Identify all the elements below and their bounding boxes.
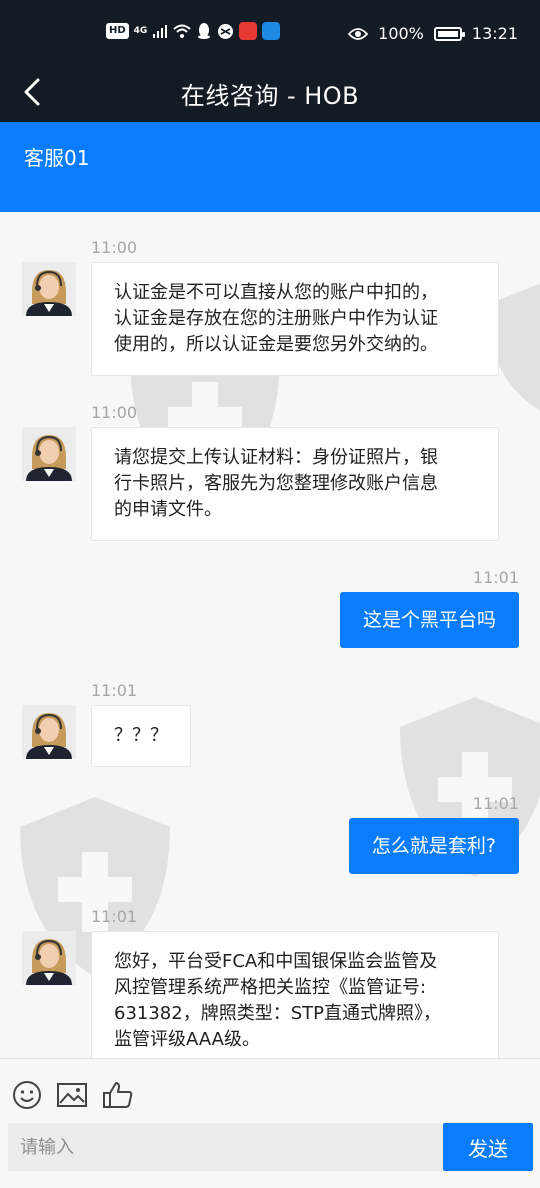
- agent-message-bubble: 您好，平台受FCA和中国银保监会监管及 风控管理系统严格把关监控《监管证号: 6…: [91, 931, 499, 1058]
- message-line: 631382，牌照类型：STP直通式牌照》，: [114, 1003, 441, 1024]
- network-type: 4G: [133, 26, 148, 36]
- thumbs-up-icon: [103, 1082, 133, 1108]
- message-time: 11:01: [472, 794, 519, 813]
- send-button[interactable]: 发送: [443, 1123, 533, 1171]
- blue-app-icon: [262, 22, 281, 40]
- message-input[interactable]: [8, 1123, 444, 1171]
- message-line: 您好，平台受FCA和中国银保监会监管及: [114, 951, 438, 972]
- composer: 发送: [0, 1058, 540, 1188]
- qq-icon: [198, 23, 211, 39]
- message-line: 请您提交上传认证材料：身份证照片，银: [114, 447, 438, 468]
- like-button[interactable]: [102, 1079, 134, 1111]
- message-line: 风控管理系统严格把关监控《监管证号:: [114, 977, 427, 998]
- message-time: 11:01: [472, 568, 519, 587]
- eye-icon: [348, 27, 369, 40]
- image-icon: [57, 1083, 87, 1107]
- status-icons-left: HD 4G: [106, 22, 281, 40]
- agent-avatar-image: [22, 705, 76, 759]
- message-line: 认证金是存放在您的注册账户中作为认证: [114, 308, 438, 329]
- agent-avatar-image: [22, 262, 76, 316]
- status-icons-right: 100% 13:21: [348, 24, 518, 43]
- message-line: ？？？: [114, 725, 168, 746]
- agent-message-bubble: 认证金是不可以直接从您的账户中扣的， 认证金是存放在您的注册账户中作为认证 使用…: [91, 262, 499, 376]
- image-button[interactable]: [56, 1079, 88, 1111]
- agent-avatar-image: [22, 931, 76, 985]
- agent-avatar-image: [22, 427, 76, 481]
- title-bar: 在线咨询 - HOB: [0, 62, 540, 122]
- agent-bar: 客服01: [0, 122, 540, 212]
- message-time: 11:00: [91, 238, 138, 257]
- agent-avatar: [22, 427, 76, 481]
- chat-area[interactable]: 11:00 认证金是不可以直接从您的账户中扣的， 认证金是存放在您的注册账户中作…: [0, 212, 540, 1058]
- browser-icon: [218, 23, 234, 39]
- agent-avatar: [22, 705, 76, 759]
- message-line: 使用的，所以认证金是要您另外交纳的。: [114, 334, 438, 355]
- emoji-icon: [13, 1081, 41, 1109]
- wifi-icon: [173, 24, 191, 38]
- message-time: 11:00: [91, 403, 138, 422]
- message-line: 认证金是不可以直接从您的账户中扣的，: [114, 282, 438, 303]
- agent-avatar: [22, 262, 76, 316]
- message-line: 监管评级AAA级。: [114, 1029, 260, 1050]
- emoji-button[interactable]: [11, 1079, 43, 1111]
- agent-name: 客服01: [24, 146, 90, 170]
- red-app-icon: [239, 22, 258, 40]
- page-title: 在线咨询 - HOB: [180, 82, 360, 110]
- message-line: 行卡照片，客服先为您整理修改账户信息: [114, 473, 438, 494]
- status-bar: HD 4G 100% 13:21: [0, 0, 540, 62]
- battery-percent: 100%: [378, 24, 424, 43]
- clock: 13:21: [471, 24, 518, 43]
- user-message-bubble: 这是个黑平台吗: [339, 592, 519, 648]
- message-time: 11:01: [91, 681, 138, 700]
- message-time: 11:01: [91, 907, 138, 926]
- signal-icon: [153, 25, 168, 38]
- hd-badge: HD: [106, 23, 129, 39]
- user-message-bubble: 怎么就是套利?: [348, 818, 519, 874]
- agent-message-bubble: ？？？: [91, 705, 191, 767]
- agent-avatar: [22, 931, 76, 985]
- message-line: 的申请文件。: [114, 499, 222, 520]
- agent-message-bubble: 请您提交上传认证材料：身份证照片，银 行卡照片，客服先为您整理修改账户信息 的申…: [91, 427, 499, 541]
- battery-icon: [433, 26, 465, 41]
